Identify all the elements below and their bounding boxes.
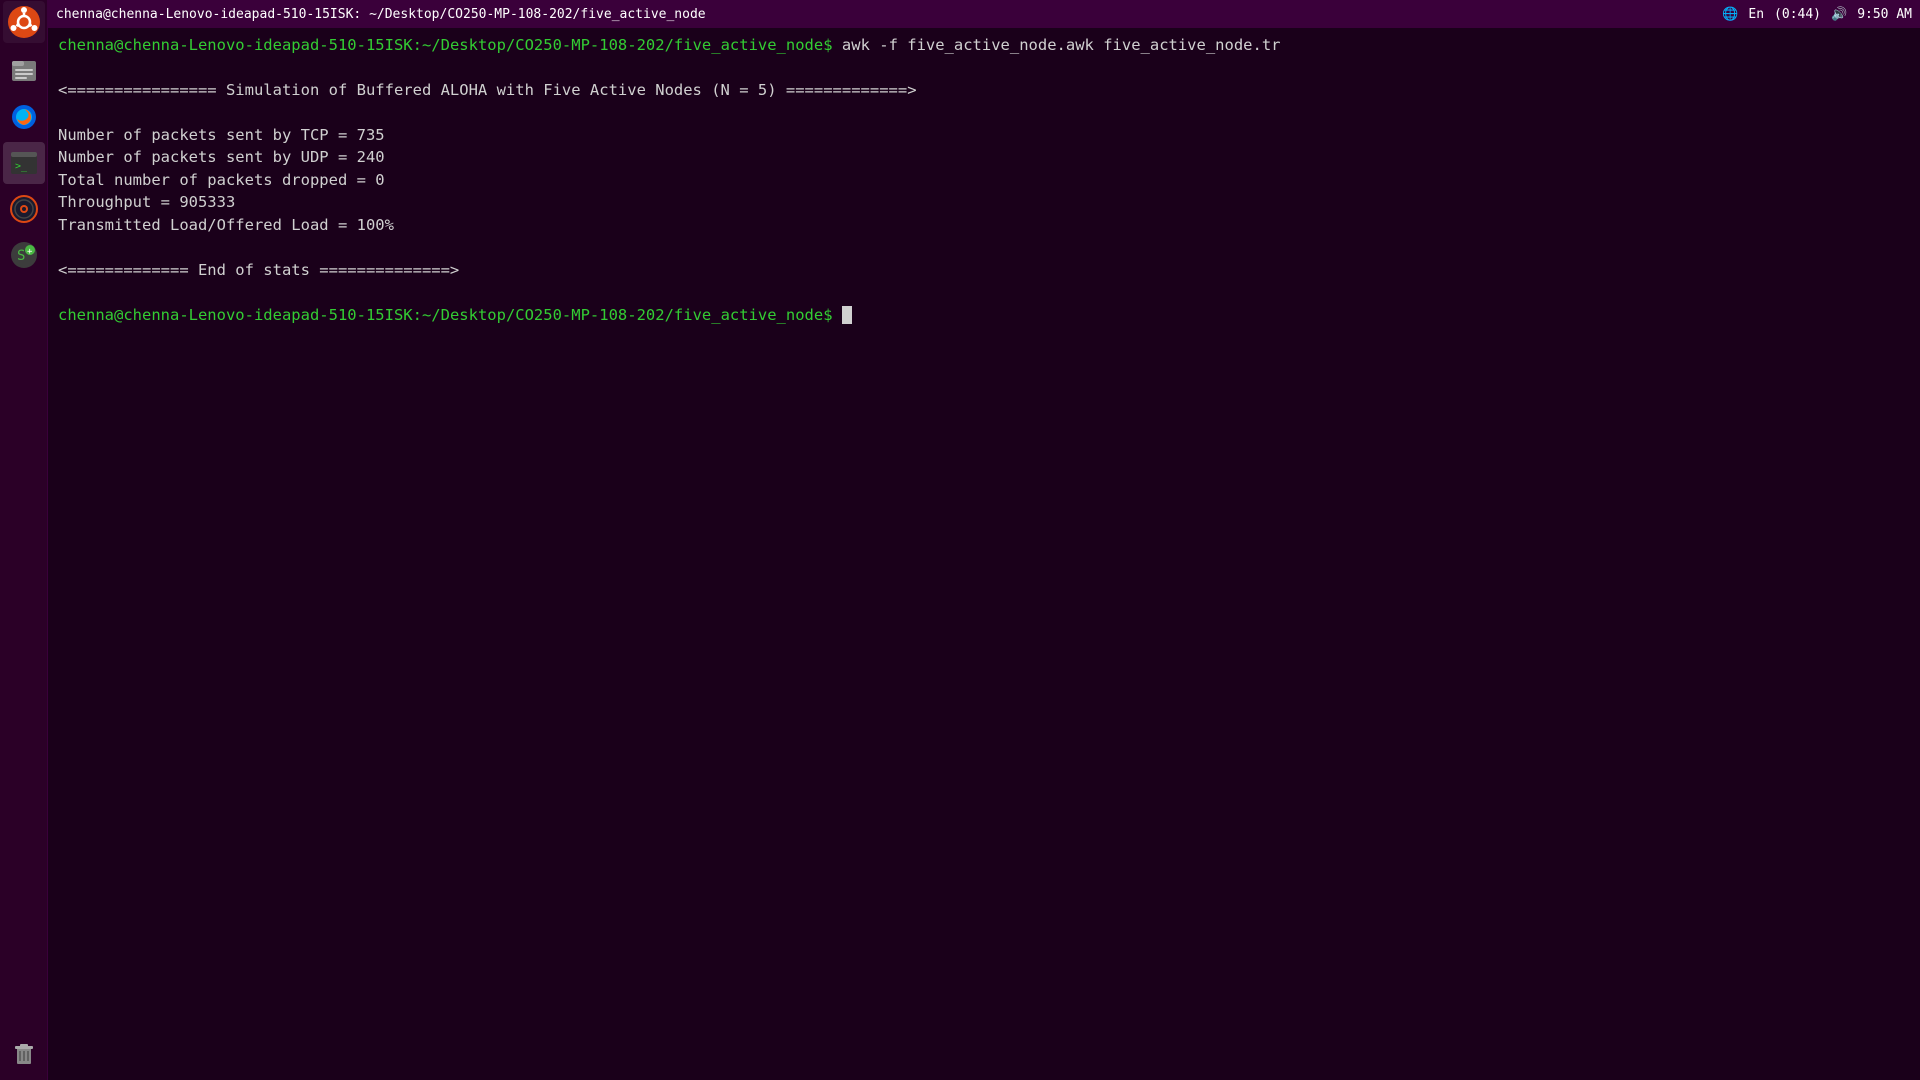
firefox-icon: [9, 102, 39, 132]
svg-text:S: S: [17, 248, 25, 264]
sidebar-bottom: [0, 1032, 47, 1080]
lang-indicator: En: [1748, 7, 1764, 22]
sidebar-icon-trash[interactable]: [3, 1033, 45, 1075]
sidebar: >_ S +: [0, 0, 48, 1080]
terminal-cursor: [842, 306, 852, 324]
separator-line-2: <============= End of stats ============…: [58, 259, 1910, 281]
command-text: awk -f five_active_node.awk five_active_…: [833, 36, 1281, 54]
sidebar-icon-software[interactable]: S +: [3, 234, 45, 276]
new-prompt-sep: :: [413, 306, 422, 324]
sidebar-icon-firefox[interactable]: [3, 96, 45, 138]
output-dropped: Total number of packets dropped = 0: [58, 169, 1910, 191]
svg-text:>_: >_: [15, 161, 28, 172]
sidebar-icon-ubuntu-home[interactable]: [3, 1, 45, 43]
sidebar-icon-terminal[interactable]: >_: [3, 142, 45, 184]
rhythmbox-icon: [9, 194, 39, 224]
sidebar-icon-files[interactable]: [3, 50, 45, 92]
sidebar-icon-rhythmbox[interactable]: [3, 188, 45, 230]
output-throughput: Throughput = 905333: [58, 191, 1910, 213]
battery-status: (0:44): [1774, 7, 1821, 22]
new-prompt-line: chenna@chenna-Lenovo-ideapad-510-15ISK:~…: [58, 304, 1910, 326]
svg-text:+: +: [27, 247, 33, 257]
new-prompt-path: ~/Desktop/CO250-MP-108-202/five_active_n…: [422, 306, 823, 324]
terminal-title-text: chenna@chenna-Lenovo-ideapad-510-15ISK: …: [56, 7, 1722, 22]
trash-icon: [10, 1040, 38, 1068]
output-load: Transmitted Load/Offered Load = 100%: [58, 214, 1910, 236]
prompt-path: ~/Desktop/CO250-MP-108-202/five_active_n…: [422, 36, 823, 54]
volume-icon: 🔊: [1831, 7, 1847, 22]
cursor-space: [833, 306, 842, 324]
command-line: chenna@chenna-Lenovo-ideapad-510-15ISK:~…: [58, 34, 1910, 56]
network-icon: 🌐: [1722, 7, 1738, 22]
new-prompt-dollar: $: [823, 306, 832, 324]
prompt-dollar: $: [823, 36, 832, 54]
terminal-icon: >_: [9, 148, 39, 178]
software-center-icon: S +: [9, 240, 39, 270]
output-tcp: Number of packets sent by TCP = 735: [58, 124, 1910, 146]
terminal-content[interactable]: chenna@chenna-Lenovo-ideapad-510-15ISK:~…: [48, 28, 1920, 1080]
clock: 9:50 AM: [1857, 7, 1912, 22]
files-icon: [9, 56, 39, 86]
sidebar-top: >_ S +: [0, 0, 47, 277]
separator-line-1: <================ Simulation of Buffered…: [58, 79, 1910, 101]
ubuntu-logo-icon: [7, 5, 41, 39]
prompt-separator1: :: [413, 36, 422, 54]
new-prompt-user-host: chenna@chenna-Lenovo-ideapad-510-15ISK: [58, 306, 413, 324]
terminal-title-bar: chenna@chenna-Lenovo-ideapad-510-15ISK: …: [48, 0, 1920, 28]
terminal-window: chenna@chenna-Lenovo-ideapad-510-15ISK: …: [48, 0, 1920, 1080]
prompt-user-host: chenna@chenna-Lenovo-ideapad-510-15ISK: [58, 36, 413, 54]
output-udp: Number of packets sent by UDP = 240: [58, 146, 1910, 168]
